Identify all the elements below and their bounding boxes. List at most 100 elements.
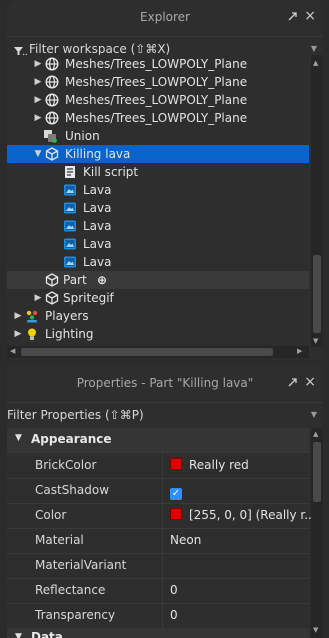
tree-row[interactable]: Lava <box>7 235 309 253</box>
tree-row[interactable]: Lava <box>7 217 309 235</box>
property-name: Transparency <box>35 608 116 622</box>
tree-row-label: Lava <box>83 237 112 251</box>
property-row[interactable]: Color [255, 0, 0] (Really r... <box>7 503 316 529</box>
properties-filter-input[interactable]: Filter Properties (⇧⌘P) <box>7 408 144 422</box>
tree-row[interactable]: Lava <box>7 199 309 217</box>
properties-vertical-scrollbar[interactable]: ▲ ▼ <box>311 428 323 638</box>
expand-right-arrow-icon[interactable]: ▶ <box>33 289 43 307</box>
property-value[interactable]: 0 <box>170 583 178 597</box>
data-section-header[interactable]: ▼ Data <box>7 628 309 638</box>
explorer-vertical-scrollbar[interactable]: ▲ ▼ <box>311 55 323 347</box>
undock-icon[interactable] <box>287 376 299 391</box>
properties-filter-bar[interactable]: Filter Properties (⇧⌘P) ▼ <box>7 402 323 430</box>
explorer-title: Explorer <box>140 10 190 24</box>
chevron-down-icon[interactable]: ▼ <box>15 632 22 638</box>
scroll-thumb[interactable] <box>313 442 321 502</box>
property-row[interactable]: BrickColor Really red <box>7 453 309 479</box>
property-name: CastShadow <box>35 483 110 497</box>
mesh-globe-icon <box>45 93 59 107</box>
tree-row[interactable]: ▶ Spritegif <box>7 289 309 307</box>
properties-panel: Properties - Part "Killing lava" × Filte… <box>7 366 323 638</box>
scroll-thumb[interactable] <box>313 255 321 333</box>
column-divider[interactable] <box>162 578 163 603</box>
property-name: Material <box>35 533 84 547</box>
column-divider[interactable] <box>162 478 163 503</box>
tree-row[interactable]: ▶ Lighting <box>7 325 309 343</box>
tree-row[interactable]: Part ⊕ <box>7 271 309 289</box>
appearance-section-header[interactable]: ▼ Appearance <box>7 428 309 453</box>
scroll-up-icon[interactable]: ▲ <box>313 59 318 67</box>
tree-row[interactable]: ▶ Meshes/Trees_LOWPOLY_Plane <box>7 55 309 73</box>
property-name: MaterialVariant <box>35 558 127 572</box>
scroll-right-icon[interactable]: ▶ <box>297 347 302 355</box>
chevron-down-icon[interactable]: ▼ <box>15 433 22 443</box>
tree-row-label: Meshes/Trees_LOWPOLY_Plane <box>65 111 248 125</box>
property-value[interactable]: Really red <box>170 458 249 472</box>
explorer-panel: Explorer × Filter workspace (⇧⌘X) ▼ ▶ Mes… <box>7 0 323 360</box>
tree-row[interactable]: Lava <box>7 181 309 199</box>
tree-row[interactable]: ▶ Meshes/Trees_LOWPOLY_Plane <box>7 109 309 127</box>
scroll-up-icon[interactable]: ▲ <box>313 430 318 438</box>
texture-icon <box>63 201 77 215</box>
expand-right-arrow-icon[interactable]: ▶ <box>33 55 43 73</box>
tree-row-label: Lava <box>83 219 112 233</box>
expand-down-arrow-icon[interactable]: ▼ <box>33 145 43 163</box>
property-row[interactable]: Transparency 0 <box>7 603 309 629</box>
mesh-globe-icon <box>45 57 59 71</box>
undock-icon[interactable] <box>287 10 299 25</box>
property-row[interactable]: MaterialVariant <box>7 553 309 579</box>
color-swatch-icon[interactable] <box>170 508 182 520</box>
texture-icon <box>63 255 77 269</box>
part-cube-icon <box>45 273 59 287</box>
expand-right-arrow-icon[interactable]: ▶ <box>13 325 23 343</box>
tree-row-label: Lava <box>83 255 112 269</box>
scroll-down-icon[interactable]: ▼ <box>313 626 318 634</box>
checkbox-checked-icon[interactable]: ✓ <box>170 488 182 500</box>
tree-row-label: Kill script <box>83 165 139 179</box>
property-value[interactable]: [255, 0, 0] (Really r... <box>170 508 316 522</box>
texture-icon <box>63 219 77 233</box>
players-icon <box>25 309 39 323</box>
property-row[interactable]: CastShadow ✓ <box>7 478 309 504</box>
tree-row[interactable]: ▶ Players <box>7 307 309 325</box>
tree-row[interactable]: ▶ Meshes/Trees_LOWPOLY_Plane <box>7 91 309 109</box>
property-value[interactable]: Neon <box>170 533 201 547</box>
texture-icon <box>63 237 77 251</box>
property-name: Reflectance <box>35 583 106 597</box>
chevron-down-icon[interactable]: ▼ <box>311 44 317 53</box>
close-icon[interactable]: × <box>304 374 316 390</box>
column-divider[interactable] <box>162 528 163 553</box>
scroll-down-icon[interactable]: ▼ <box>313 337 318 345</box>
column-divider[interactable] <box>162 603 163 628</box>
properties-titlebar: Properties - Part "Killing lava" × <box>7 366 323 402</box>
lighting-icon <box>25 327 39 341</box>
add-child-icon[interactable]: ⊕ <box>97 271 107 289</box>
chevron-down-icon[interactable]: ▼ <box>311 410 317 419</box>
tree-row[interactable]: Union <box>7 127 309 145</box>
scroll-thumb[interactable] <box>21 348 273 356</box>
column-divider[interactable] <box>162 453 163 478</box>
property-row[interactable]: Reflectance 0 <box>7 578 309 604</box>
explorer-filter-input[interactable]: Filter workspace (⇧⌘X) <box>29 42 170 56</box>
expand-right-arrow-icon[interactable]: ▶ <box>33 91 43 109</box>
property-row[interactable]: Material Neon <box>7 528 309 554</box>
close-icon[interactable]: × <box>304 8 316 24</box>
explorer-horizontal-scrollbar[interactable]: ◀ ▶ <box>7 346 309 358</box>
tree-row[interactable]: Lava <box>7 253 309 271</box>
tree-row[interactable]: ▼ Killing lava <box>7 145 309 163</box>
expand-right-arrow-icon[interactable]: ▶ <box>33 109 43 127</box>
explorer-titlebar: Explorer × <box>7 0 323 36</box>
property-value[interactable]: 0 <box>170 608 178 622</box>
column-divider[interactable] <box>162 503 163 528</box>
scroll-left-icon[interactable]: ◀ <box>10 347 15 355</box>
color-swatch-icon[interactable] <box>170 458 182 470</box>
column-divider[interactable] <box>162 553 163 578</box>
tree-row-label: Part <box>63 273 87 287</box>
property-value[interactable]: ✓ <box>170 483 182 500</box>
tree-row[interactable]: Kill script <box>7 163 309 181</box>
properties-title: Properties - Part "Killing lava" <box>76 376 254 390</box>
property-name: Color <box>35 508 67 522</box>
expand-right-arrow-icon[interactable]: ▶ <box>13 307 23 325</box>
expand-right-arrow-icon[interactable]: ▶ <box>33 73 43 91</box>
tree-row[interactable]: ▶ Meshes/Trees_LOWPOLY_Plane <box>7 73 309 91</box>
